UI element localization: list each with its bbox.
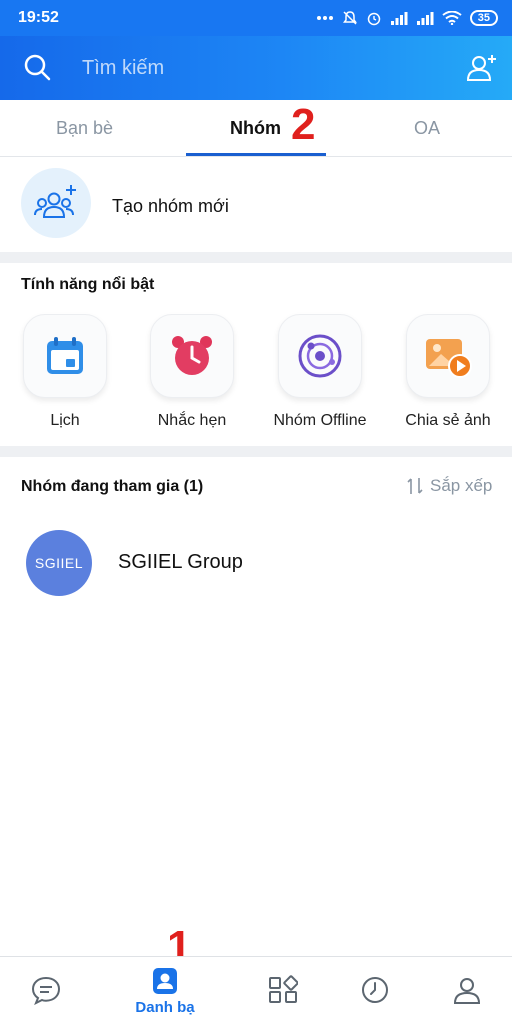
wifi-icon: [442, 11, 462, 25]
tab-indicator: [186, 153, 326, 156]
create-group-row[interactable]: Tạo nhóm mới: [0, 158, 512, 252]
feature-tile: [278, 314, 362, 398]
joined-groups-title: Nhóm đang tham gia (1): [21, 478, 204, 495]
featured-section-title: Tính năng nổi bật: [21, 276, 155, 293]
annotation-marker-2: 2: [291, 100, 316, 149]
bottom-nav: Danh bạ: [0, 956, 512, 1024]
sort-icon: [407, 478, 423, 494]
orbit-icon: [298, 334, 342, 378]
nav-contacts-label: Danh bạ: [135, 999, 195, 1016]
battery-icon: 35: [469, 10, 498, 26]
signal-icon: [390, 12, 408, 25]
bell-off-icon: [342, 11, 357, 25]
feature-tile: [23, 314, 107, 398]
status-bar: 19:52 35: [0, 0, 512, 36]
profile-icon: [453, 978, 481, 1004]
sort-label: Sắp xếp: [430, 476, 493, 495]
alarm-icon: [367, 12, 380, 26]
feature-tile: [406, 314, 490, 398]
group-list-item[interactable]: SGIIEL SGIIEL Group: [0, 526, 512, 598]
tab-friends[interactable]: Bạn bè: [56, 118, 113, 139]
nav-contacts[interactable]: Danh bạ: [125, 957, 205, 1024]
status-time: 19:52: [18, 9, 59, 26]
group-avatar-text: SGIIEL: [34, 555, 84, 571]
nav-messages[interactable]: [6, 957, 86, 1024]
add-group-icon: [34, 185, 76, 218]
sort-button[interactable]: Sắp xếp: [406, 476, 492, 496]
discover-icon: [269, 975, 298, 1003]
search-icon[interactable]: [22, 52, 52, 82]
nav-discover[interactable]: [243, 957, 323, 1024]
group-name: SGIIEL Group: [118, 551, 243, 573]
section-divider: [0, 446, 512, 457]
signal-icon: [416, 12, 434, 25]
feature-label: Lịch: [50, 412, 80, 429]
create-group-avatar: [21, 168, 91, 238]
group-avatar: SGIIEL: [26, 530, 92, 596]
feature-tile: [150, 314, 234, 398]
search-header: Tìm kiếm: [0, 36, 512, 100]
tab-oa[interactable]: OA: [414, 118, 440, 139]
section-divider: [0, 252, 512, 263]
tab-bar: Bạn bè Nhóm OA: [0, 100, 512, 157]
feature-label: Chia sẻ ảnh: [405, 412, 491, 429]
create-group-label: Tạo nhóm mới: [112, 196, 229, 216]
more-dots-icon: [316, 16, 333, 20]
alarm-clock-icon: [172, 336, 212, 375]
add-friend-icon[interactable]: [466, 52, 498, 84]
contacts-icon: [153, 968, 177, 994]
feature-label: Nhóm Offline: [273, 412, 367, 429]
photo-share-icon: [426, 339, 472, 378]
tab-groups[interactable]: Nhóm: [230, 118, 281, 139]
messages-icon: [31, 976, 61, 1005]
search-input[interactable]: Tìm kiếm: [82, 57, 164, 80]
timeline-icon: [362, 977, 388, 1003]
feature-label: Nhắc hẹn: [157, 412, 227, 429]
nav-profile[interactable]: [427, 957, 507, 1024]
calendar-icon: [47, 337, 83, 374]
nav-timeline[interactable]: [335, 957, 415, 1024]
